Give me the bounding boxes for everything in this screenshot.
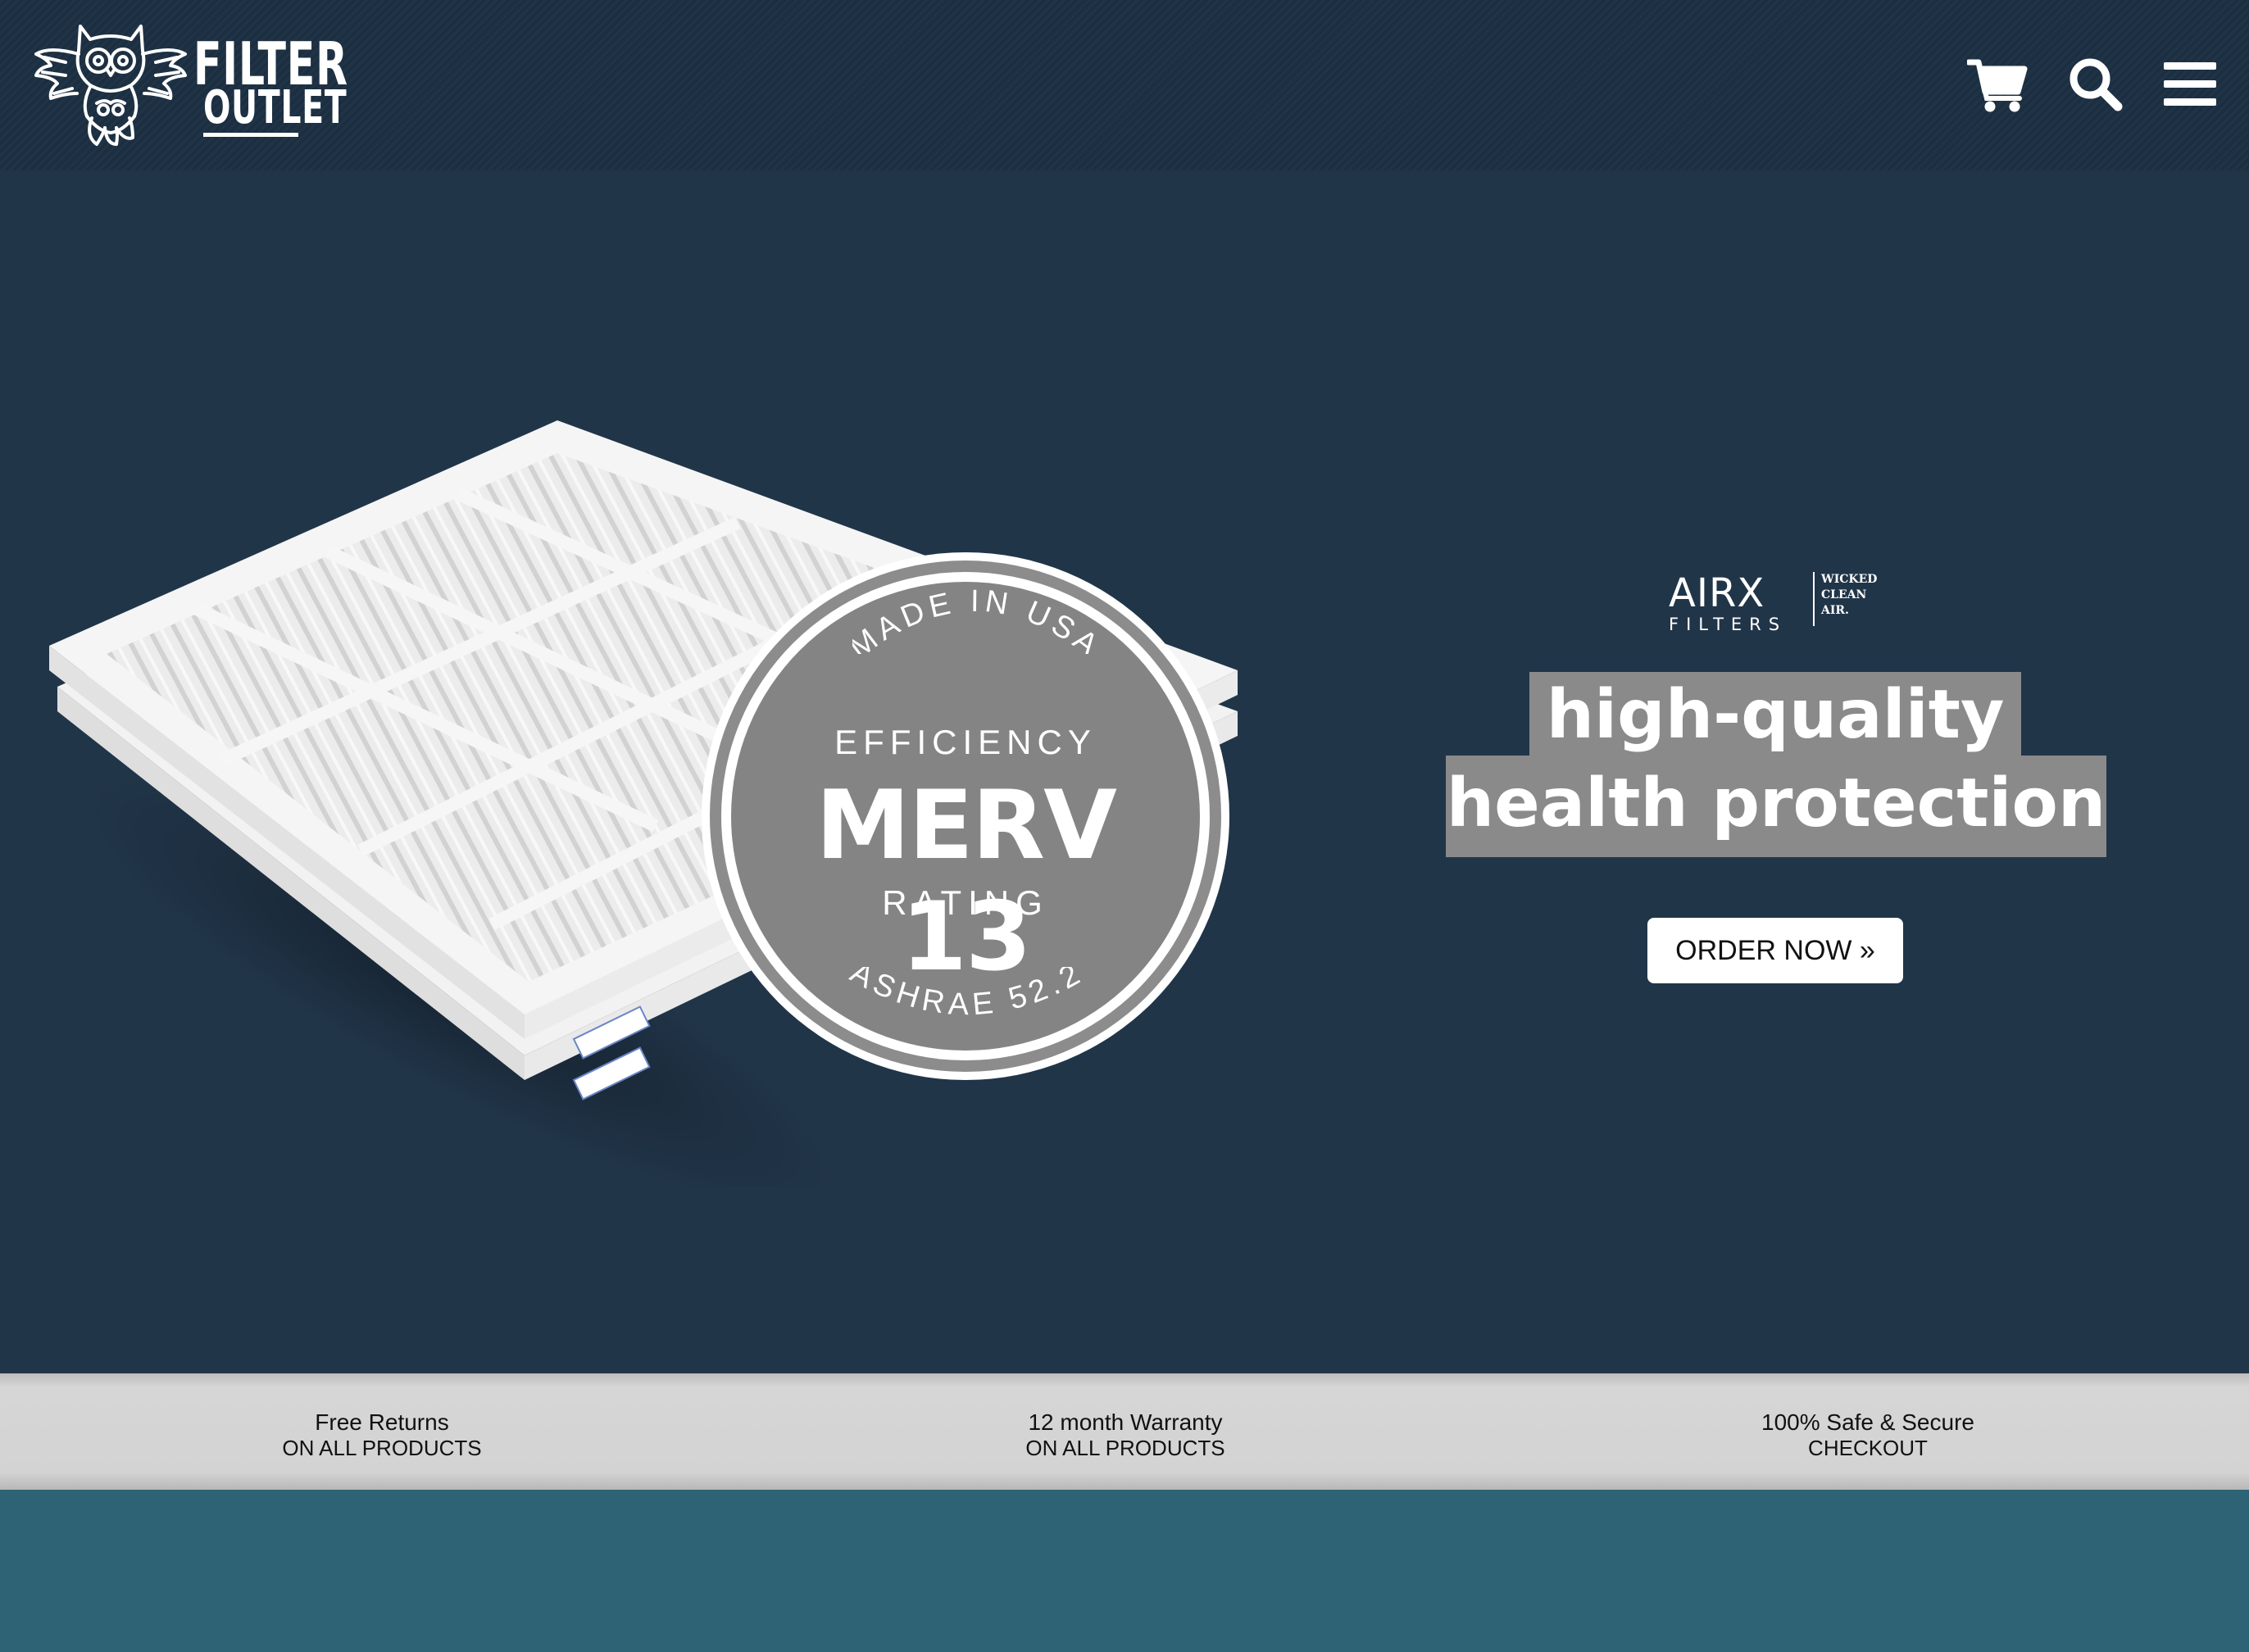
- cart-icon[interactable]: [1967, 56, 2028, 113]
- trust-item-free-returns: Free Returns ON ALL PRODUCTS: [136, 1409, 628, 1460]
- brand-underline: [203, 133, 298, 137]
- badge-efficiency: EFFICIENCY: [834, 723, 1097, 761]
- trust-bar: Free Returns ON ALL PRODUCTS 12 month Wa…: [0, 1373, 2249, 1490]
- trust-title: Free Returns: [315, 1409, 449, 1435]
- menu-icon[interactable]: [2164, 56, 2216, 113]
- trust-item-secure-checkout: 100% Safe & Secure CHECKOUT: [1622, 1409, 2114, 1460]
- hero-banner: MADE IN USA EFFICIENCY MERV 13 RATING AS…: [0, 170, 2249, 1373]
- airx-filters-logo: AIRX FILTERS WICKED CLEAN AIR.: [1664, 572, 1885, 646]
- hero-headline-line2: health protection: [1446, 756, 2106, 857]
- badge-merv-13: MERV 13: [816, 770, 1117, 992]
- badge-rating: RATING: [882, 883, 1049, 922]
- airx-tagline-2: CLEAN: [1821, 588, 1867, 601]
- trust-subtitle: ON ALL PRODUCTS: [282, 1436, 482, 1460]
- filter-outlet-logo[interactable]: FILTER OUTLET: [33, 21, 348, 148]
- badge-top-arc: MADE IN USA: [843, 584, 1102, 665]
- hero-headline-line1: high-quality: [1529, 672, 2021, 759]
- next-section-band: [0, 1490, 2249, 1652]
- airx-tagline-1: WICKED: [1821, 573, 1878, 586]
- airx-logo-divider: [1813, 572, 1815, 626]
- brand-name-outlet: OUTLET: [203, 81, 348, 134]
- airx-tagline-3: AIR.: [1821, 604, 1849, 617]
- svg-text:MADE IN USA: MADE IN USA: [852, 588, 1098, 654]
- trust-subtitle: ON ALL PRODUCTS: [1025, 1436, 1225, 1460]
- badge-bottom-arc: ASHRAE 52.2: [828, 955, 1106, 1041]
- site-header: FILTER OUTLET: [0, 0, 2249, 170]
- trust-title: 100% Safe & Secure: [1761, 1409, 1974, 1435]
- owl-logo-icon: [34, 25, 187, 146]
- badge-top-arc-svg: MADE IN USA: [843, 584, 1102, 665]
- badge-bottom-text: ASHRAE 52.2: [845, 955, 1085, 1023]
- badge-bottom-arc-svg: ASHRAE 52.2: [845, 955, 1090, 1023]
- airx-logo-main: AIRX: [1669, 570, 1765, 616]
- order-now-button[interactable]: ORDER NOW »: [1647, 918, 1903, 983]
- trust-subtitle: CHECKOUT: [1808, 1436, 1928, 1460]
- search-icon[interactable]: [2067, 56, 2123, 113]
- svg-text:ASHRAE 52.2: ASHRAE 52.2: [845, 967, 1090, 1022]
- airx-tagline: WICKED CLEAN AIR.: [1821, 572, 1877, 619]
- badge-top-text: MADE IN USA: [843, 584, 1102, 665]
- trust-title: 12 month Warranty: [1028, 1409, 1223, 1435]
- airx-logo-sub: FILTERS: [1669, 615, 1788, 634]
- trust-item-warranty: 12 month Warranty ON ALL PRODUCTS: [879, 1409, 1371, 1460]
